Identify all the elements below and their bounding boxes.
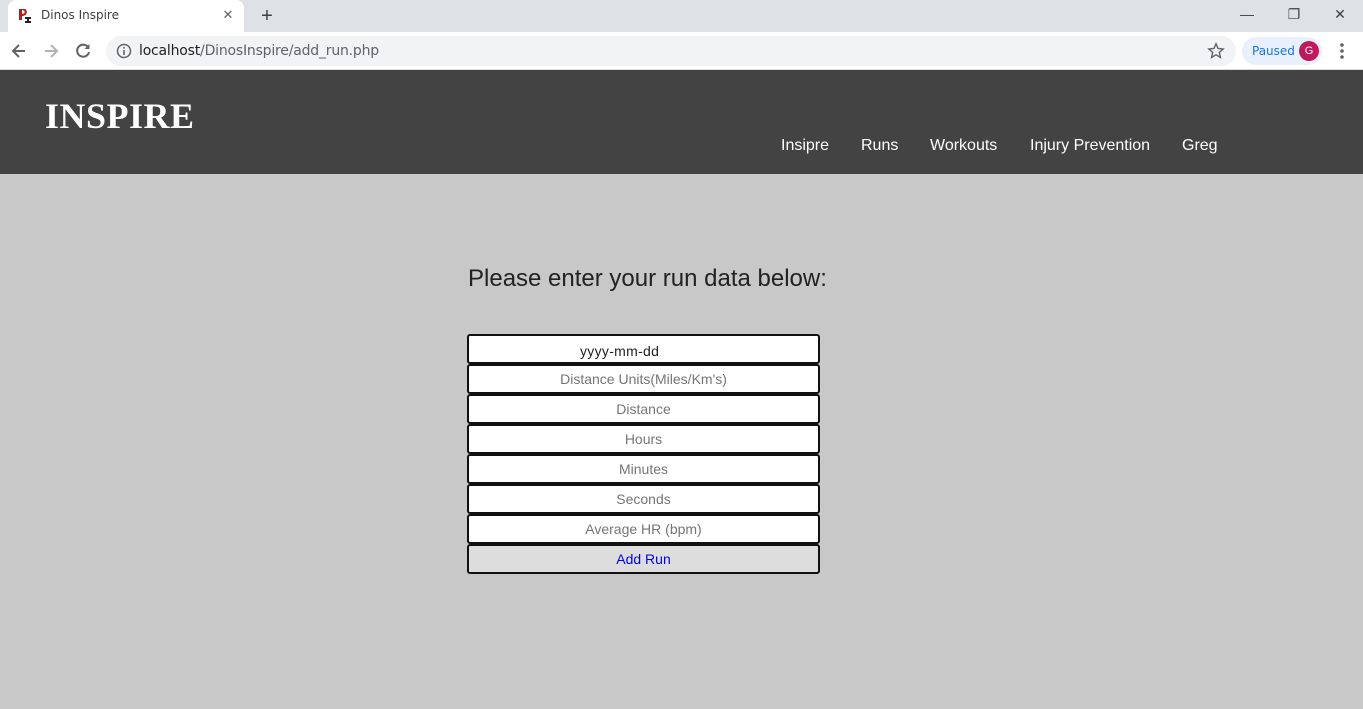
info-icon[interactable] bbox=[116, 43, 132, 59]
back-arrow-icon[interactable] bbox=[9, 41, 29, 61]
distance-units-input[interactable] bbox=[467, 364, 820, 394]
tab-title: Dinos Inspire bbox=[41, 8, 119, 22]
profile-status: Paused bbox=[1252, 44, 1295, 58]
url-path: /DinosInspire/add_run.php bbox=[200, 43, 379, 59]
new-tab-button[interactable]: + bbox=[256, 5, 278, 27]
browser-tab[interactable]: Dinos Inspire ✕ bbox=[8, 0, 244, 32]
forward-arrow-icon[interactable] bbox=[41, 41, 61, 61]
restore-button[interactable]: ❐ bbox=[1271, 0, 1317, 28]
average-hr-input[interactable] bbox=[467, 514, 820, 544]
reload-icon[interactable] bbox=[73, 41, 93, 61]
minutes-input[interactable] bbox=[467, 454, 820, 484]
distance-input[interactable] bbox=[467, 394, 820, 424]
seconds-input[interactable] bbox=[467, 484, 820, 514]
form-heading: Please enter your run data below: bbox=[468, 265, 827, 292]
site-favicon-icon bbox=[19, 9, 31, 23]
nav-link-injury-prevention[interactable]: Injury Prevention bbox=[1030, 137, 1150, 155]
site-header: INSPIRE Insipre Runs Workouts Injury Pre… bbox=[0, 70, 1363, 174]
avatar: G bbox=[1299, 41, 1319, 61]
nav-link-greg[interactable]: Greg bbox=[1182, 137, 1218, 155]
url-text[interactable]: localhost/DinosInspire/add_run.php bbox=[139, 43, 379, 59]
url-host: localhost bbox=[139, 43, 201, 59]
date-input[interactable]: yyyy-mm-dd bbox=[467, 334, 820, 364]
nav-link-workouts[interactable]: Workouts bbox=[930, 137, 997, 155]
close-window-button[interactable]: ✕ bbox=[1317, 0, 1363, 28]
nav-link-insipre[interactable]: Insipre bbox=[781, 137, 829, 155]
profile-button[interactable]: Paused G bbox=[1242, 37, 1322, 65]
add-run-button[interactable]: Add Run bbox=[467, 544, 820, 574]
nav-link-runs[interactable]: Runs bbox=[861, 137, 898, 155]
tab-close-icon[interactable]: ✕ bbox=[220, 7, 236, 23]
hours-input[interactable] bbox=[467, 424, 820, 454]
address-bar[interactable]: localhost/DinosInspire/add_run.php bbox=[106, 36, 1236, 66]
browser-toolbar: localhost/DinosInspire/add_run.php Pause… bbox=[0, 32, 1363, 70]
minimize-button[interactable]: — bbox=[1224, 0, 1270, 28]
browser-tab-strip: Dinos Inspire ✕ + — ❐ ✕ bbox=[0, 0, 1363, 32]
site-logo[interactable]: INSPIRE bbox=[45, 95, 195, 137]
kebab-menu-icon[interactable] bbox=[1334, 42, 1350, 60]
bookmark-star-icon[interactable] bbox=[1207, 42, 1225, 60]
date-format-text: yyyy-mm-dd bbox=[580, 343, 660, 359]
